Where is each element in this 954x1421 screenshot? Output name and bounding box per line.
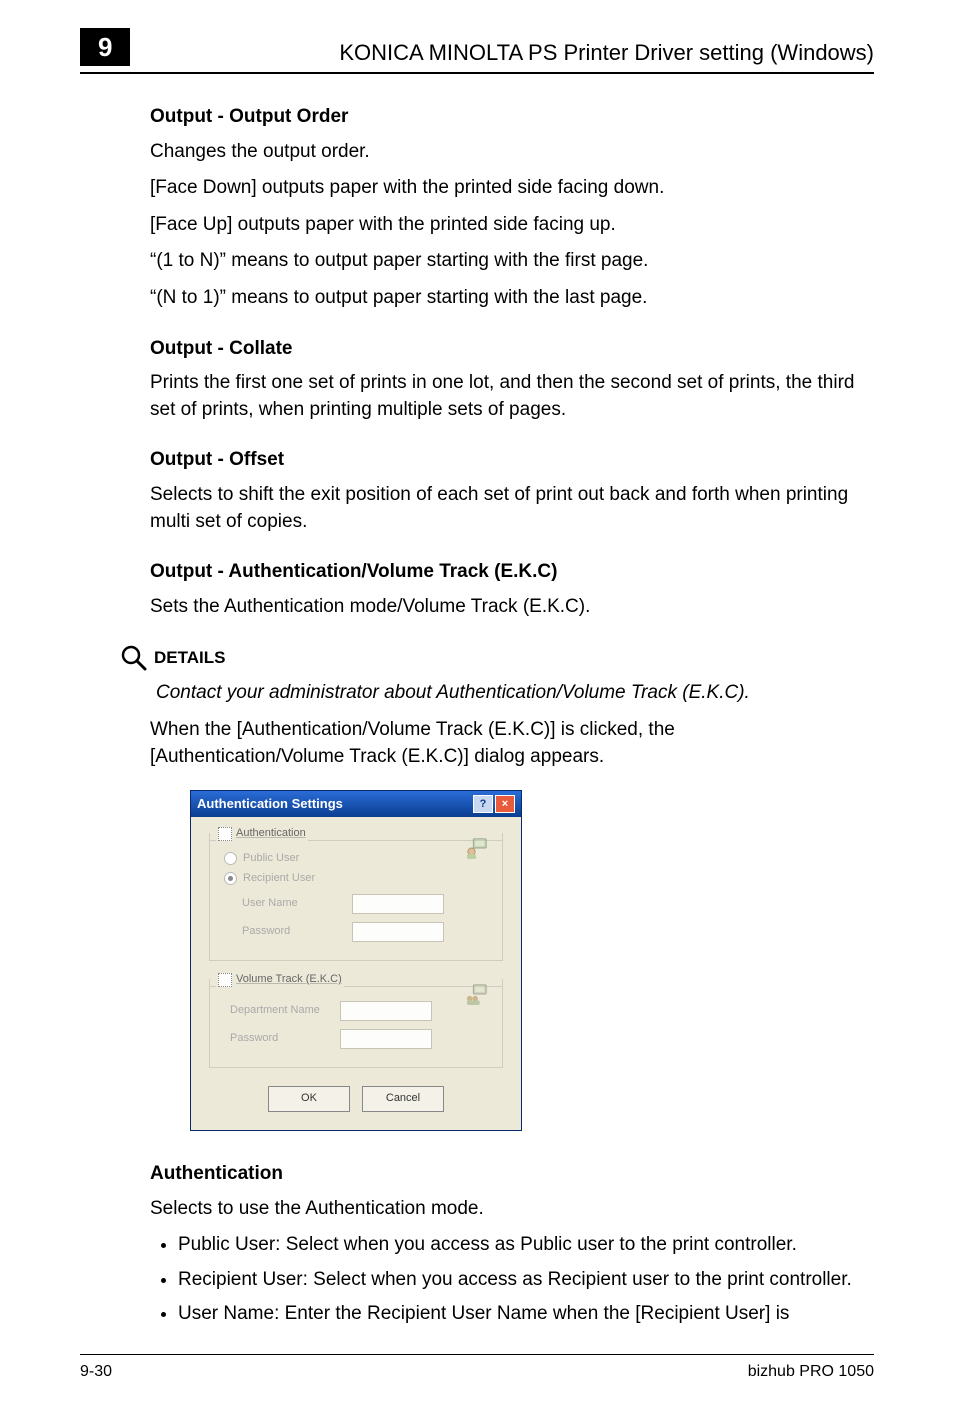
body-text: [Face Up] outputs paper with the printed… [150,212,874,239]
department-input[interactable] [340,1001,432,1021]
list-item: Recipient User: Select when you access a… [178,1267,874,1294]
page-footer: 9-30 bizhub PRO 1050 [80,1354,874,1381]
section-offset-title: Output - Offset [150,447,874,474]
vt-password-label: Password [230,1031,340,1046]
body-text: “(N to 1)” means to output paper startin… [150,285,874,312]
ok-button[interactable]: OK [268,1086,350,1112]
close-button[interactable]: × [495,795,515,813]
username-input[interactable] [352,894,444,914]
cancel-button[interactable]: Cancel [362,1086,444,1112]
public-user-radio[interactable] [224,852,237,865]
section-output-order-title: Output - Output Order [150,104,874,131]
body-text: “(1 to N)” means to output paper startin… [150,248,874,275]
password-label: Password [242,924,352,939]
page-number: 9-30 [80,1363,112,1381]
body-text: Selects to use the Authentication mode. [150,1196,874,1223]
body-text: When the [Authentication/Volume Track (E… [150,717,874,770]
recipient-user-radio[interactable] [224,872,237,885]
username-label: User Name [242,896,352,911]
body-text: [Face Down] outputs paper with the print… [150,175,874,202]
vt-password-input[interactable] [340,1029,432,1049]
authentication-checkbox[interactable] [218,827,232,841]
dialog-title: Authentication Settings [197,795,471,813]
body-text: Prints the first one set of prints in on… [150,370,874,423]
section-collate-title: Output - Collate [150,336,874,363]
details-heading: DETAILS [120,644,874,672]
user-monitor-icon [466,837,488,859]
department-label: Department Name [230,1003,340,1018]
recipient-user-label: Recipient User [243,871,315,886]
password-input[interactable] [352,922,444,942]
authentication-section-title: Authentication [150,1161,874,1188]
chapter-number: 9 [80,28,130,66]
public-user-label: Public User [243,851,299,866]
authentication-legend: Authentication [236,826,306,841]
authentication-bullets: Public User: Select when you access as P… [150,1232,874,1328]
group-monitor-icon [466,983,488,1005]
authentication-group: Authentication Public User [209,833,503,961]
auth-settings-dialog: Authentication Settings ? × Authenticati… [190,790,522,1131]
page-header: 9 KONICA MINOLTA PS Printer Driver setti… [80,28,874,74]
details-label: DETAILS [154,646,225,670]
body-text: Changes the output order. [150,139,874,166]
list-item: User Name: Enter the Recipient User Name… [178,1301,874,1328]
dialog-titlebar: Authentication Settings ? × [191,791,521,817]
volume-track-legend: Volume Track (E.K.C) [236,972,342,987]
details-note: Contact your administrator about Authent… [156,680,874,707]
list-item: Public User: Select when you access as P… [178,1232,874,1259]
product-name: bizhub PRO 1050 [748,1363,874,1381]
header-title: KONICA MINOLTA PS Printer Driver setting… [150,40,874,66]
body-text: Selects to shift the exit position of ea… [150,482,874,535]
volume-track-group: Volume Track (E.K.C) Departme [209,979,503,1068]
volume-track-checkbox[interactable] [218,973,232,987]
section-auth-title: Output - Authentication/Volume Track (E.… [150,559,874,586]
magnifier-icon [120,644,148,672]
body-text: Sets the Authentication mode/Volume Trac… [150,594,874,621]
help-button[interactable]: ? [473,795,493,813]
